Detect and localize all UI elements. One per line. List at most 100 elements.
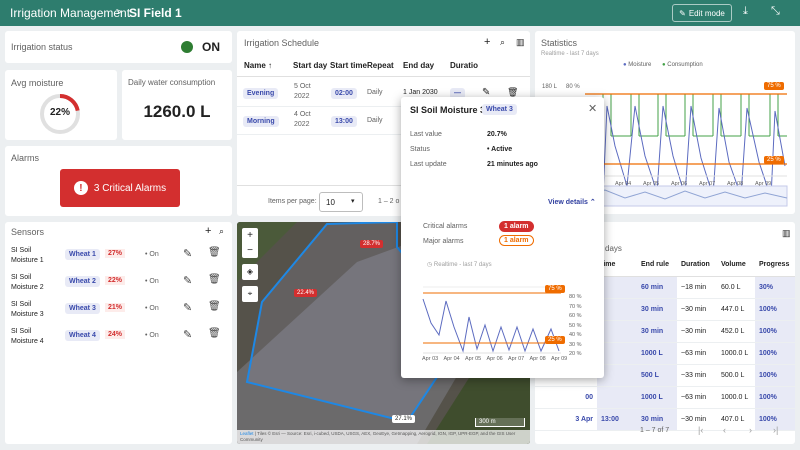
last-value-label: Last value — [410, 131, 442, 138]
legend-consumption: ● Consumption — [662, 62, 703, 68]
edit-icon[interactable]: ✎ — [183, 328, 192, 341]
prev-page-icon[interactable]: ‹ — [723, 425, 726, 435]
history-start: 3 Apr — [535, 408, 597, 431]
next-page-icon[interactable]: › — [749, 425, 752, 435]
major-alarm-badge[interactable]: 1 alarm — [499, 235, 534, 246]
alarms-card: Alarms ! 3 Critical Alarms — [5, 146, 232, 216]
sensor-marker-2[interactable]: 22.4% — [294, 289, 318, 297]
col-start-day[interactable]: Start day — [293, 61, 327, 70]
app-title[interactable]: Irrigation Management — [10, 6, 130, 20]
schedule-start-time: 02:00 — [331, 88, 357, 99]
zoom-out-button[interactable]: − — [242, 243, 258, 258]
water-consumption-value: 1260.0 L — [143, 102, 211, 121]
history-row[interactable]: 00 1000 L~63 min1000.0 L100% — [535, 386, 795, 409]
popup-y-tick: 30 % — [569, 341, 582, 348]
first-page-icon[interactable]: |‹ — [698, 425, 703, 435]
sort-arrow-icon: ↑ — [268, 61, 273, 70]
view-details-toggle[interactable]: View details ⌃ — [548, 198, 596, 206]
add-sensor-icon[interactable]: + — [205, 225, 211, 237]
search-icon[interactable]: ⌕ — [500, 37, 505, 48]
history-time — [597, 386, 637, 409]
sensor-state: • On — [145, 251, 159, 258]
popup-tag: Wheat 3 — [482, 104, 517, 115]
sensor-tag: Wheat 4 — [65, 330, 100, 341]
popup-x-tick: Apr 08 — [529, 356, 546, 362]
delete-icon[interactable]: 🗑 — [208, 328, 221, 339]
marker-high-badge: 75 % — [764, 82, 784, 90]
avg-moisture-card: Avg moisture 22% — [5, 70, 117, 140]
sensors-title: Sensors — [11, 227, 45, 237]
schedule-end-day: 1 Jan 2030 — [403, 89, 438, 96]
sensor-marker-3[interactable]: 27.1% — [392, 415, 416, 423]
chevron-up-icon: ⌃ — [589, 199, 596, 206]
sensor-row[interactable]: SI Soil Moisture 1 Wheat 1 27% • On ✎ 🗑 — [5, 242, 232, 269]
realtime-selector[interactable]: ◷ Realtime - last 7 days — [427, 261, 492, 268]
map-credit-text: | Tiles © Esri — Source: Esri, i-cubed, … — [240, 431, 516, 442]
sensor-state: • On — [145, 278, 159, 285]
app-header: Irrigation Management > SI Field 1 ✎ Edit… — [0, 0, 800, 26]
sensor-name: SI Soil — [11, 247, 32, 254]
col-end-day[interactable]: End day — [403, 61, 434, 70]
edit-mode-button[interactable]: ✎ Edit mode — [672, 4, 732, 22]
close-icon[interactable]: ✕ — [588, 102, 597, 115]
popup-x-tick: Apr 03 — [422, 356, 439, 362]
delete-icon[interactable]: 🗑 — [208, 247, 221, 258]
col-name[interactable]: Name ↑ — [244, 61, 272, 70]
history-end-rule: 1000 L — [637, 342, 677, 365]
col-duration[interactable]: Duratio — [450, 61, 478, 70]
last-update-label: Last update — [410, 161, 447, 168]
delete-icon[interactable]: 🗑 — [208, 274, 221, 285]
add-schedule-icon[interactable]: + — [484, 36, 490, 48]
columns-icon[interactable]: ▥ — [516, 37, 525, 48]
alarms-label: Alarms — [11, 153, 40, 163]
edit-icon[interactable]: ✎ — [183, 274, 192, 287]
clock-icon: ◷ — [427, 262, 433, 268]
status-value: • Active — [487, 146, 513, 153]
legend-moisture: ● Moisture — [623, 62, 652, 68]
critical-alarms-button[interactable]: ! 3 Critical Alarms — [60, 169, 180, 207]
items-per-page-label: Items per page: — [268, 198, 317, 205]
sensor-moisture: 22% — [105, 276, 126, 285]
statistics-subtitle: Realtime - last 7 days — [541, 51, 599, 57]
history-progress: 100% — [755, 298, 795, 321]
col-end-rule[interactable]: End rule — [637, 254, 677, 277]
columns-icon[interactable]: ▥ — [782, 228, 791, 239]
col-progress[interactable]: Progress — [755, 254, 795, 277]
chart-navigator[interactable] — [584, 185, 788, 207]
location-button[interactable]: ⌖ — [242, 286, 258, 302]
edit-icon[interactable]: ✎ — [183, 247, 192, 260]
sensor-marker-1[interactable]: 28.7% — [360, 240, 384, 248]
fullscreen-exit-icon[interactable]: ⤡ — [771, 5, 780, 18]
popup-y-tick: 40 % — [569, 332, 582, 338]
download-icon[interactable]: ⤓ — [743, 5, 748, 18]
last-page-icon[interactable]: ›| — [773, 425, 778, 435]
critical-alarm-badge[interactable]: 1 alarm — [499, 221, 534, 232]
delete-icon[interactable]: 🗑 — [208, 301, 221, 312]
edit-icon[interactable]: ✎ — [183, 301, 192, 314]
layers-button[interactable]: ◈ — [242, 264, 258, 280]
avg-moisture-value: 22% — [49, 107, 70, 118]
sensor-row[interactable]: SI Soil Moisture 3 Wheat 3 21% • On ✎ 🗑 — [5, 296, 232, 323]
stat-x-tick: Apr 05 — [643, 181, 660, 187]
leaflet-link[interactable]: Leaflet — [240, 431, 254, 436]
history-title: days — [605, 244, 622, 253]
items-per-page-select[interactable]: 10 ▾ — [319, 192, 363, 212]
schedule-range: 1 – 2 o — [378, 198, 400, 205]
popup-marker-low: 25 % — [545, 336, 565, 344]
sensor-row[interactable]: SI Soil Moisture 2 Wheat 2 22% • On ✎ 🗑 — [5, 269, 232, 296]
history-end-rule: 60 min — [637, 276, 677, 299]
sensor-row[interactable]: SI Soil Moisture 4 Wheat 4 24% • On ✎ 🗑 — [5, 323, 232, 350]
schedule-repeat: Daily — [367, 89, 383, 96]
search-icon[interactable]: ⌕ — [219, 226, 224, 237]
schedule-start-year: 2022 — [294, 93, 310, 100]
zoom-in-button[interactable]: + — [242, 228, 258, 243]
col-volume[interactable]: Volume — [717, 254, 755, 277]
col-start-time[interactable]: Start time — [330, 61, 367, 70]
col-duration[interactable]: Duration — [677, 254, 717, 277]
popup-y-tick: 60 % — [569, 313, 582, 319]
col-repeat[interactable]: Repeat — [367, 61, 394, 70]
history-duration: ~63 min — [677, 386, 717, 409]
popup-x-tick: Apr 06 — [486, 356, 503, 362]
schedule-title: Irrigation Schedule — [244, 38, 320, 48]
popup-marker-high: 75 % — [545, 285, 565, 293]
